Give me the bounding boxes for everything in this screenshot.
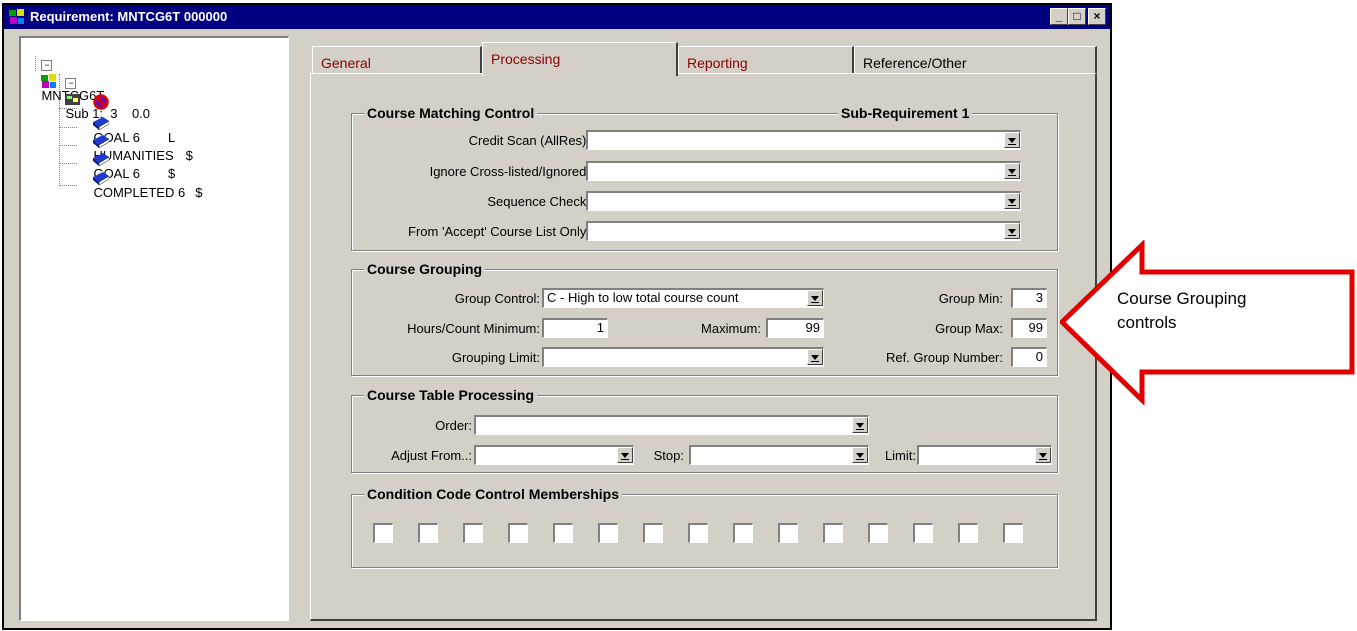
hours-minimum-field[interactable]: 1 <box>542 318 608 338</box>
grouping-limit-label: Grouping Limit: <box>451 350 540 365</box>
condition-code-checkbox[interactable] <box>553 523 573 543</box>
ignore-cross-listed-label: Ignore Cross-listed/Ignored: <box>429 164 590 179</box>
title-bar[interactable]: Requirement: MNTCG6T 000000 _ □ × <box>4 5 1110 29</box>
group-max-label: Group Max: <box>935 321 1003 336</box>
condition-code-checkbox[interactable] <box>958 523 978 543</box>
chevron-down-icon[interactable] <box>852 447 868 463</box>
callout-line-2: controls <box>1117 313 1177 332</box>
tab-strip: General Processing Reporting Reference/O… <box>312 42 1097 76</box>
app-icon <box>9 9 24 24</box>
condition-code-checkbox[interactable] <box>733 523 753 543</box>
condition-code-checkbox[interactable] <box>463 523 483 543</box>
callout-text: Course Grouping controls <box>1117 287 1246 335</box>
condition-code-checkbox[interactable] <box>913 523 933 543</box>
tab-processing[interactable]: Processing <box>482 42 678 76</box>
chevron-down-icon[interactable] <box>807 290 823 306</box>
minimize-button[interactable]: _ <box>1050 8 1068 25</box>
condition-code-checkbox[interactable] <box>598 523 618 543</box>
maximize-button[interactable]: □ <box>1068 8 1086 25</box>
course-table-title: Course Table Processing <box>364 387 538 403</box>
group-control-value: C - High to low total course count <box>547 290 739 305</box>
accept-list-select[interactable] <box>586 221 1021 241</box>
group-control-label: Group Control: <box>454 291 540 306</box>
maximum-field[interactable]: 99 <box>766 318 824 338</box>
ref-group-number-field[interactable]: 0 <box>1011 347 1047 367</box>
course-grouping-title: Course Grouping <box>364 261 486 277</box>
chevron-down-icon[interactable] <box>852 417 868 433</box>
condition-code-checkbox[interactable] <box>778 523 798 543</box>
condition-code-checkbox[interactable] <box>643 523 663 543</box>
chevron-down-icon[interactable] <box>1004 132 1020 148</box>
grouping-limit-select[interactable] <box>542 347 824 367</box>
group-min-label: Group Min: <box>938 291 1003 306</box>
tab-reporting[interactable]: Reporting <box>678 46 854 74</box>
course-matching-title: Course Matching Control <box>364 105 538 121</box>
order-label: Order: <box>435 418 472 433</box>
condition-code-checkbox[interactable] <box>418 523 438 543</box>
ignore-cross-listed-select[interactable] <box>586 161 1021 181</box>
sequence-check-label: Sequence Check: <box>487 194 590 209</box>
requirement-tree[interactable]: − MNTCG6T − Sub 1: 3 0.0 GOAL 6L HUMANIT… <box>19 36 289 621</box>
condition-code-checkbox[interactable] <box>823 523 843 543</box>
chevron-down-icon[interactable] <box>1004 193 1020 209</box>
ref-group-number-label: Ref. Group Number: <box>885 350 1003 365</box>
condition-code-checkbox[interactable] <box>868 523 888 543</box>
adjust-from-label: Adjust From..: <box>391 448 472 463</box>
chevron-down-icon[interactable] <box>1035 447 1051 463</box>
credit-scan-select[interactable] <box>586 130 1021 150</box>
order-select[interactable] <box>474 415 869 435</box>
credit-scan-label: Credit Scan (AllRes): <box>468 133 590 148</box>
sub-requirement-title: Sub-Requirement 1 <box>838 105 973 121</box>
tab-general[interactable]: General <box>312 46 482 74</box>
condition-code-title: Condition Code Control Memberships <box>364 486 622 502</box>
book-icon <box>93 172 110 186</box>
stop-label: Stop: <box>653 448 684 463</box>
callout-line-1: Course Grouping <box>1117 289 1247 308</box>
tree-item-flag: $ <box>195 185 203 201</box>
chevron-down-icon[interactable] <box>1004 163 1020 179</box>
close-button[interactable]: × <box>1088 8 1106 25</box>
tree-item[interactable]: COMPLETED 6 $ <box>79 155 202 215</box>
sequence-check-select[interactable] <box>586 191 1021 211</box>
hours-minimum-label: Hours/Count Minimum: <box>407 321 540 336</box>
group-min-field[interactable]: 3 <box>1011 288 1047 308</box>
chevron-down-icon[interactable] <box>1004 223 1020 239</box>
limit-select[interactable] <box>917 445 1052 465</box>
group-max-field[interactable]: 99 <box>1011 318 1047 338</box>
collapse-icon[interactable]: − <box>65 78 77 90</box>
condition-code-checkbox[interactable] <box>373 523 393 543</box>
stop-select[interactable] <box>689 445 869 465</box>
condition-code-checkbox[interactable] <box>508 523 528 543</box>
adjust-from-select[interactable] <box>474 445 634 465</box>
condition-code-checkbox[interactable] <box>688 523 708 543</box>
tab-reference-other[interactable]: Reference/Other <box>854 46 1097 74</box>
maximum-label: Maximum: <box>701 321 761 336</box>
tree-item-name: COMPLETED 6 <box>93 185 186 201</box>
window-title: Requirement: MNTCG6T 000000 <box>30 9 228 24</box>
chevron-down-icon[interactable] <box>617 447 633 463</box>
limit-label: Limit: <box>884 448 916 463</box>
chevron-down-icon[interactable] <box>807 349 823 365</box>
accept-list-label: From 'Accept' Course List Only: <box>408 224 590 239</box>
condition-code-checkbox[interactable] <box>1003 523 1023 543</box>
group-control-select[interactable]: C - High to low total course count <box>542 288 824 308</box>
